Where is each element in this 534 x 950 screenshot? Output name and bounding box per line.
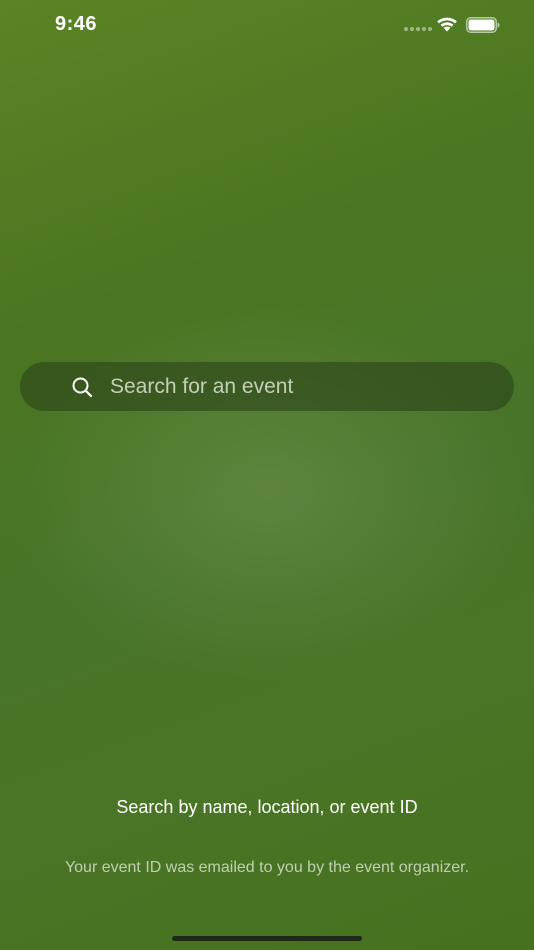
status-time: 9:46 [55,13,98,35]
search-input[interactable] [110,362,510,411]
battery-icon [466,17,500,33]
home-indicator[interactable] [172,936,362,941]
status-bar: 9:46 [0,0,534,50]
hint-title: Search by name, location, or event ID [116,797,418,817]
search-icon [72,377,93,398]
hint-subtitle: Your event ID was emailed to you by the … [64,859,470,876]
cellular-dots-icon [404,27,432,31]
wifi-icon [437,17,457,32]
search-bar[interactable] [20,362,514,411]
